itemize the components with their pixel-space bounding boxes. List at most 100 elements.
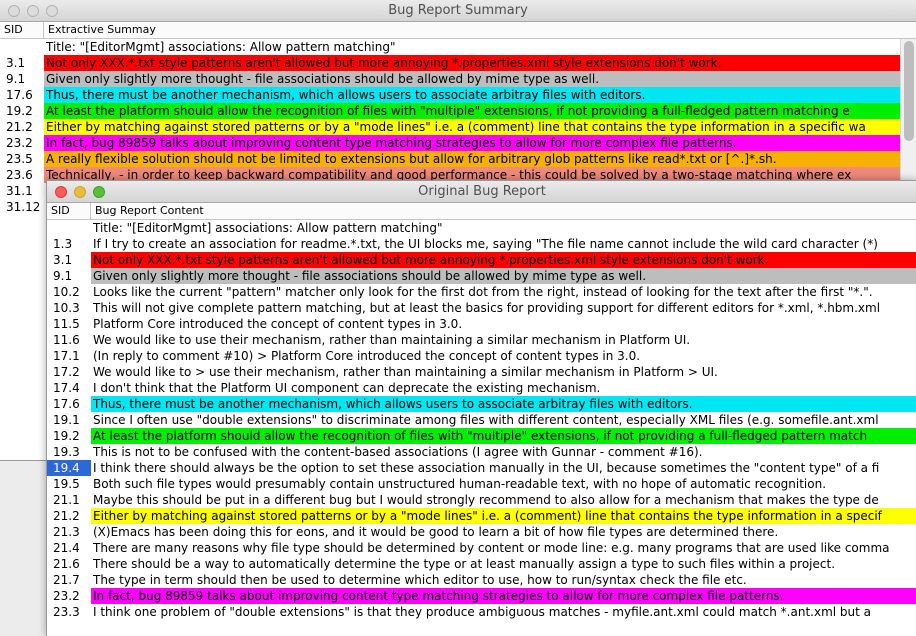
table-row[interactable]: 21.6 There should be a way to automatical… (47, 556, 916, 572)
table-row[interactable]: 23.2 In fact, bug 89859 talks about impro… (47, 588, 916, 604)
row-text: There should be a way to automatically d… (93, 557, 836, 571)
row-sid: 19.4 (47, 460, 91, 476)
table-row[interactable]: 10.3 This will not give complete pattern … (47, 300, 916, 316)
table-row[interactable]: 10.2 Looks like the current "pattern" mat… (47, 284, 916, 300)
row-sid: 31.1 (6, 184, 33, 198)
summary-sid-column-header[interactable]: SID (0, 22, 44, 38)
table-row[interactable]: 19.4 I think there should always be the o… (47, 460, 916, 476)
row-text: (X)Emacs has been doing this for eons, a… (93, 525, 779, 539)
row-text: Given only slightly more thought - file … (91, 268, 916, 284)
zoom-icon[interactable] (93, 186, 105, 198)
row-text: Given only slightly more thought - file … (44, 71, 900, 87)
summary-scroll-thumb[interactable] (904, 41, 914, 141)
table-row[interactable]: 19.2 At least the platform should allow t… (47, 428, 916, 444)
table-row[interactable]: 23.2 In fact, bug 89859 talks about impro… (0, 135, 900, 151)
original-table-body: Title: "[EditorMgmt] associations: Allow… (47, 220, 916, 620)
row-sid: 11.5 (53, 317, 80, 331)
table-row[interactable]: 21.2 Either by matching against stored pa… (47, 508, 916, 524)
row-sid: 3.1 (53, 253, 73, 267)
row-text: If I try to create an association for re… (93, 237, 878, 251)
original-content-column-header[interactable]: Bug Report Content (91, 203, 916, 219)
row-sid: 23.2 (6, 136, 33, 150)
row-text: I don't think that the Platform UI compo… (93, 381, 601, 395)
close-icon[interactable] (55, 186, 67, 198)
original-window: Original Bug Report SID Bug Report Conte… (46, 180, 916, 636)
table-row[interactable]: 11.5 Platform Core introduced the concept… (47, 316, 916, 332)
minimize-icon[interactable] (27, 5, 39, 17)
row-text: Title: "[EditorMgmt] associations: Allow… (46, 40, 396, 54)
row-sid: 9.1 (6, 72, 26, 86)
summary-window-controls (8, 5, 58, 17)
row-text: At least the platform should allow the r… (44, 103, 900, 119)
row-sid: 21.7 (53, 573, 80, 587)
row-text: Since I often use "double extensions" to… (93, 413, 879, 427)
original-window-controls (55, 186, 105, 198)
table-row[interactable]: 3.1 Not only XXX.*.txt style patterns are… (0, 55, 900, 71)
table-row[interactable]: 21.4 There are many reasons why file type… (47, 540, 916, 556)
row-sid: 9.1 (53, 269, 73, 283)
row-text: Thus, there must be another mechanism, w… (44, 87, 900, 103)
table-row[interactable]: 9.1 Given only slightly more thought - fi… (0, 71, 900, 87)
row-sid: 31.12 (6, 200, 41, 214)
row-text: This is not to be confused with the cont… (93, 445, 703, 459)
table-row[interactable]: 1.3 If I try to create an association for… (47, 236, 916, 252)
row-text: Thus, there must be another mechanism, w… (91, 396, 916, 412)
table-row[interactable]: 11.6 We would like to use their mechanism… (47, 332, 916, 348)
row-sid: 23.5 (6, 152, 33, 166)
table-row[interactable]: 21.3 (X)Emacs has been doing this for eon… (47, 524, 916, 540)
row-sid: 21.2 (53, 509, 80, 523)
table-row[interactable]: 17.2 We would like to > use their mechani… (47, 364, 916, 380)
row-sid: 21.6 (53, 557, 80, 571)
table-row[interactable]: Title: "[EditorMgmt] associations: Allow… (47, 220, 916, 236)
row-text: A really flexible solution should not be… (44, 151, 900, 167)
row-text: Not only XXX.*.txt style patterns aren't… (91, 252, 916, 268)
original-sid-column-header[interactable]: SID (47, 203, 91, 219)
table-row[interactable]: 19.3 This is not to be confused with the … (47, 444, 916, 460)
row-sid: 17.2 (53, 365, 80, 379)
table-row[interactable]: 17.6 Thus, there must be another mechanis… (47, 396, 916, 412)
row-sid: 10.2 (53, 285, 80, 299)
row-text: Title: "[EditorMgmt] associations: Allow… (93, 221, 443, 235)
table-row[interactable]: 21.1 Maybe this should be put in a differ… (47, 492, 916, 508)
zoom-icon[interactable] (46, 5, 58, 17)
table-row[interactable]: 17.6 Thus, there must be another mechanis… (0, 87, 900, 103)
table-row[interactable]: 3.1 Not only XXX.*.txt style patterns are… (47, 252, 916, 268)
table-row[interactable]: Title: "[EditorMgmt] associations: Allow… (0, 39, 900, 55)
row-sid: 17.1 (53, 349, 80, 363)
minimize-icon[interactable] (74, 186, 86, 198)
row-sid: 11.6 (53, 333, 80, 347)
row-text: (In reply to comment #10) > Platform Cor… (93, 349, 641, 363)
table-row[interactable]: 21.2 Either by matching against stored pa… (0, 119, 900, 135)
row-text: I think one problem of "double extension… (93, 605, 871, 619)
table-row[interactable]: 19.1 Since I often use "double extensions… (47, 412, 916, 428)
table-row[interactable]: 19.5 Both such file types would presumabl… (47, 476, 916, 492)
row-sid: 19.2 (6, 104, 33, 118)
row-sid: 21.4 (53, 541, 80, 555)
row-sid: 23.2 (53, 589, 80, 603)
row-sid: 19.5 (53, 477, 80, 491)
table-row[interactable]: 17.4 I don't think that the Platform UI c… (47, 380, 916, 396)
row-text: Looks like the current "pattern" matcher… (93, 285, 873, 299)
row-text: Either by matching against stored patter… (44, 119, 900, 135)
table-row[interactable]: 17.1 (In reply to comment #10) > Platform… (47, 348, 916, 364)
row-sid: 21.2 (6, 120, 33, 134)
original-titlebar: Original Bug Report (47, 181, 916, 203)
row-text: Not only XXX.*.txt style patterns aren't… (44, 55, 900, 71)
summary-content-column-header[interactable]: Extractive Summay (44, 22, 916, 38)
row-sid: 3.1 (6, 56, 26, 70)
row-text: Maybe this should be put in a different … (93, 493, 879, 507)
table-row[interactable]: 19.2 At least the platform should allow t… (0, 103, 900, 119)
table-row[interactable]: 23.3 I think one problem of "double exten… (47, 604, 916, 620)
row-sid: 10.3 (53, 301, 80, 315)
table-row[interactable]: 23.5 A really flexible solution should no… (0, 151, 900, 167)
table-row[interactable]: 9.1 Given only slightly more thought - fi… (47, 268, 916, 284)
row-sid: 19.3 (53, 445, 80, 459)
summary-table-header: SID Extractive Summay (0, 22, 916, 39)
row-text: We would like to > use their mechanism, … (93, 365, 718, 379)
table-row[interactable]: 21.7 The type in term should then be used… (47, 572, 916, 588)
row-sid: 23.6 (6, 168, 33, 182)
row-text: Either by matching against stored patter… (91, 508, 916, 524)
row-sid: 17.6 (6, 88, 33, 102)
row-text: I think there should always be the optio… (93, 461, 880, 475)
close-icon[interactable] (8, 5, 20, 17)
